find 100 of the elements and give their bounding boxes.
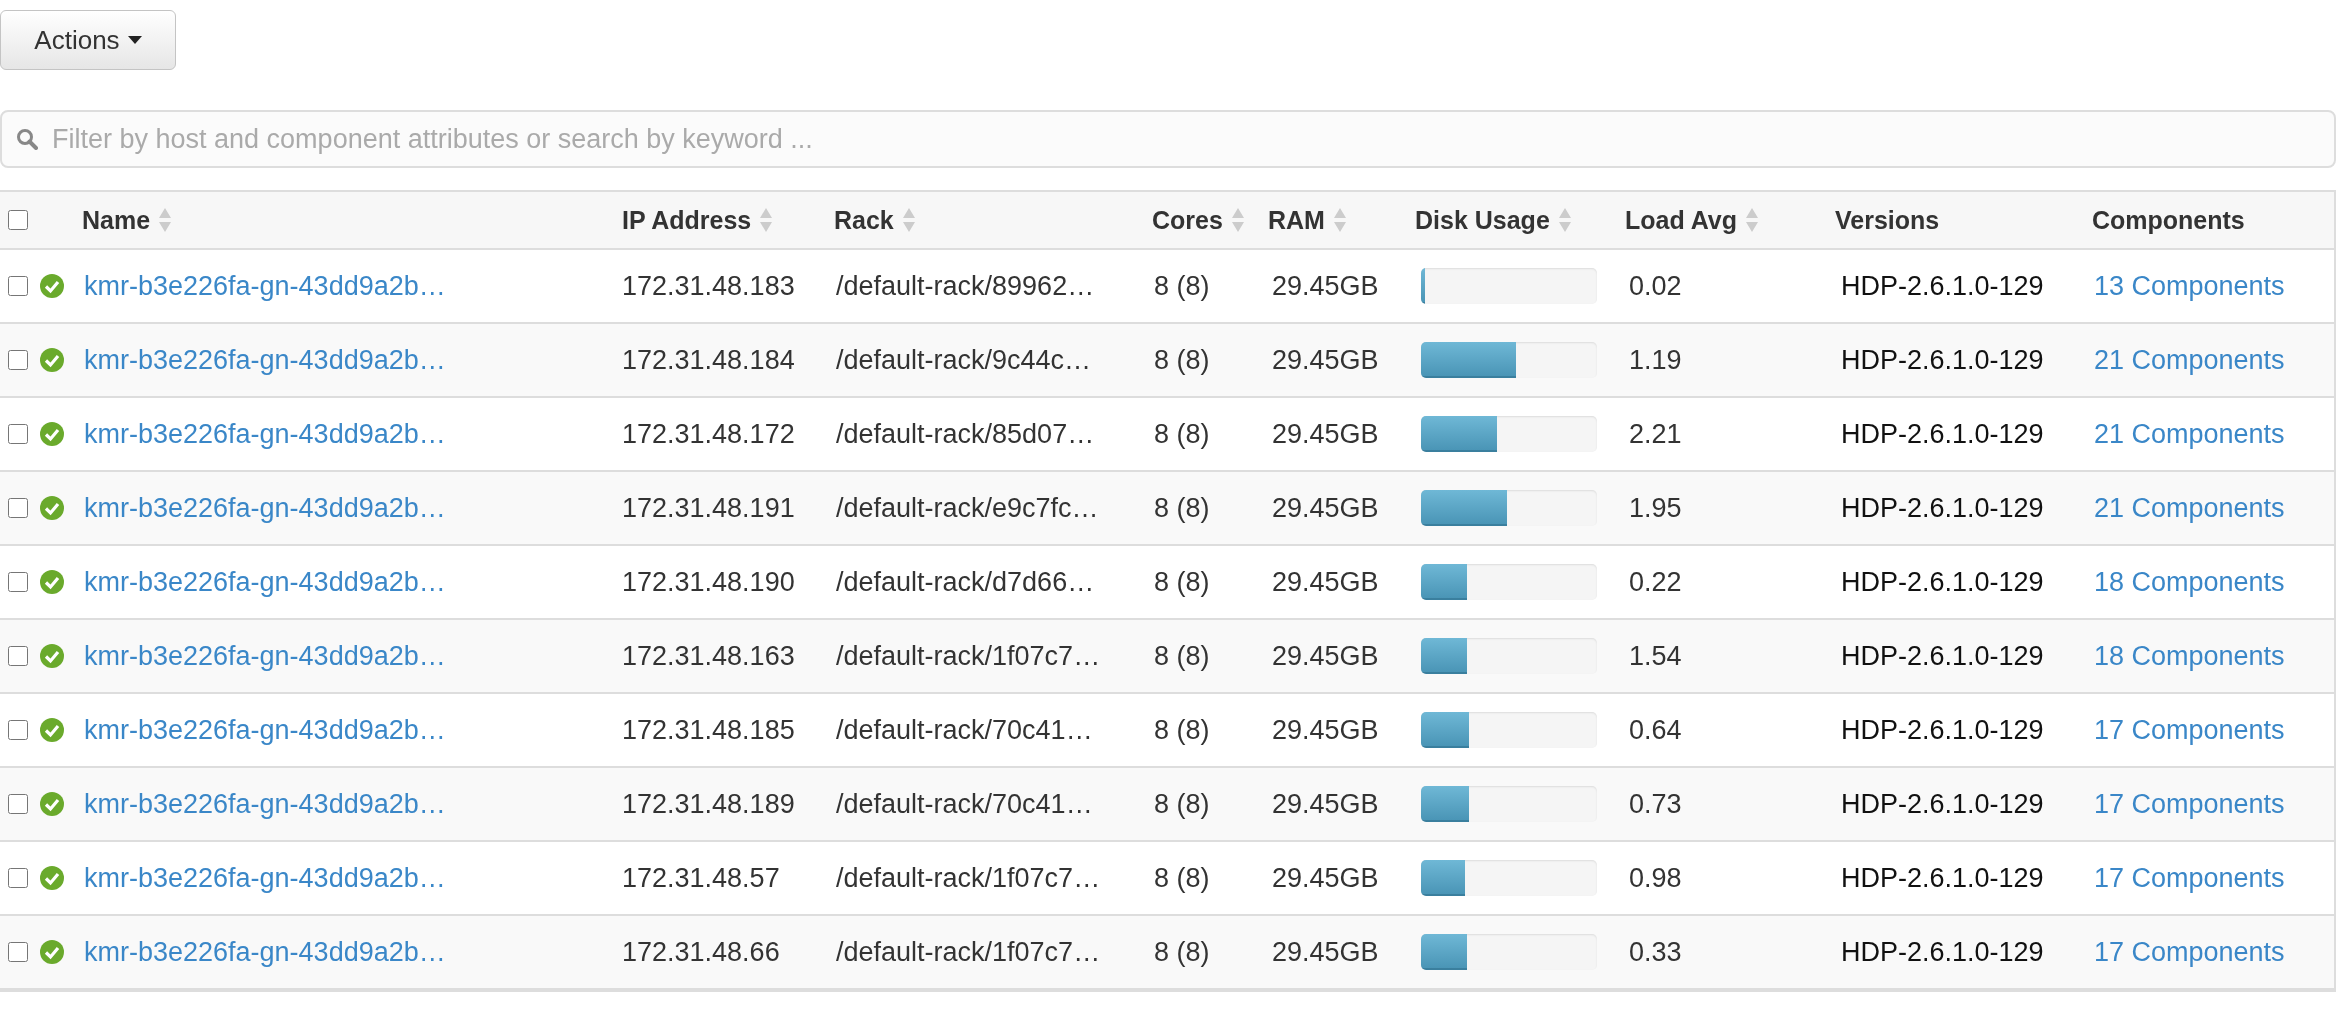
column-header[interactable]: Cores xyxy=(1152,205,1223,235)
components-link[interactable]: 17 Components xyxy=(2092,788,2285,820)
host-name-link[interactable]: kmr-b3e226fa-gn-43dd9a2b… xyxy=(82,714,446,746)
components-link[interactable]: 21 Components xyxy=(2092,492,2285,524)
ram: 29.45GB xyxy=(1271,936,1380,968)
ip-address: 172.31.48.66 xyxy=(622,936,781,968)
status-check-icon xyxy=(40,274,64,298)
version: HDP-2.6.1.0-129 xyxy=(1840,936,2045,968)
row-checkbox[interactable] xyxy=(8,868,28,888)
cores: 8 (8) xyxy=(1153,492,1211,524)
version: HDP-2.6.1.0-129 xyxy=(1840,714,2045,746)
actions-button[interactable]: Actions xyxy=(0,10,176,70)
components-link[interactable]: 13 Components xyxy=(2092,270,2285,302)
ip-address: 172.31.48.190 xyxy=(622,566,796,598)
cores: 8 (8) xyxy=(1153,936,1211,968)
status-check-icon xyxy=(40,644,64,668)
version: HDP-2.6.1.0-129 xyxy=(1840,862,2045,894)
rack: /default-rack/70c41… xyxy=(835,788,1094,820)
status-check-icon xyxy=(40,496,64,520)
row-checkbox[interactable] xyxy=(8,720,28,740)
load-average: 0.02 xyxy=(1628,270,1683,302)
row-checkbox[interactable] xyxy=(8,942,28,962)
host-name-link[interactable]: kmr-b3e226fa-gn-43dd9a2b… xyxy=(82,640,446,672)
ram: 29.45GB xyxy=(1271,714,1380,746)
cores: 8 (8) xyxy=(1153,640,1211,672)
ip-address: 172.31.48.163 xyxy=(622,640,796,672)
ip-address: 172.31.48.57 xyxy=(622,862,781,894)
host-name-link[interactable]: kmr-b3e226fa-gn-43dd9a2b… xyxy=(82,936,446,968)
row-checkbox[interactable] xyxy=(8,350,28,370)
rack: /default-rack/1f07c7… xyxy=(835,862,1102,894)
status-check-icon xyxy=(40,348,64,372)
status-check-icon xyxy=(40,940,64,964)
column-header[interactable]: IP Address xyxy=(622,205,752,235)
components-link[interactable]: 17 Components xyxy=(2092,936,2285,968)
host-name-link[interactable]: kmr-b3e226fa-gn-43dd9a2b… xyxy=(82,788,446,820)
load-average: 1.54 xyxy=(1628,640,1683,672)
row-checkbox[interactable] xyxy=(8,646,28,666)
load-average: 0.22 xyxy=(1628,566,1683,598)
row-checkbox[interactable] xyxy=(8,424,28,444)
status-check-icon xyxy=(40,866,64,890)
row-checkbox[interactable] xyxy=(8,276,28,296)
host-name-link[interactable]: kmr-b3e226fa-gn-43dd9a2b… xyxy=(82,492,446,524)
cores: 8 (8) xyxy=(1153,270,1211,302)
rack: /default-rack/9c44c… xyxy=(835,344,1093,376)
components-link[interactable]: 17 Components xyxy=(2092,862,2285,894)
components-link[interactable]: 18 Components xyxy=(2092,566,2285,598)
status-check-icon xyxy=(40,718,64,742)
version: HDP-2.6.1.0-129 xyxy=(1840,640,2045,672)
rack: /default-rack/89962… xyxy=(835,270,1096,302)
rack: /default-rack/1f07c7… xyxy=(835,936,1102,968)
components-link[interactable]: 18 Components xyxy=(2092,640,2285,672)
version: HDP-2.6.1.0-129 xyxy=(1840,270,2045,302)
version: HDP-2.6.1.0-129 xyxy=(1840,788,2045,820)
ip-address: 172.31.48.184 xyxy=(622,344,796,376)
ram: 29.45GB xyxy=(1271,418,1380,450)
host-name-link[interactable]: kmr-b3e226fa-gn-43dd9a2b… xyxy=(82,344,446,376)
version: HDP-2.6.1.0-129 xyxy=(1840,418,2045,450)
row-checkbox[interactable] xyxy=(8,794,28,814)
status-check-icon xyxy=(40,570,64,594)
components-link[interactable]: 21 Components xyxy=(2092,344,2285,376)
ip-address: 172.31.48.183 xyxy=(622,270,796,302)
load-average: 2.21 xyxy=(1628,418,1683,450)
rack: /default-rack/70c41… xyxy=(835,714,1094,746)
cores: 8 (8) xyxy=(1153,344,1211,376)
load-average: 1.95 xyxy=(1628,492,1683,524)
host-name-link[interactable]: kmr-b3e226fa-gn-43dd9a2b… xyxy=(82,566,446,598)
row-checkbox[interactable] xyxy=(8,498,28,518)
host-name-link[interactable]: kmr-b3e226fa-gn-43dd9a2b… xyxy=(82,862,446,894)
components-link[interactable]: 17 Components xyxy=(2092,714,2285,746)
search-field[interactable]: Filter by host and component attributes or search by keyword ... xyxy=(0,110,2336,168)
column-header[interactable]: RAM xyxy=(1268,205,1325,235)
column-header[interactable]: Rack xyxy=(834,205,894,235)
version: HDP-2.6.1.0-129 xyxy=(1840,566,2045,598)
ram: 29.45GB xyxy=(1271,788,1380,820)
column-header[interactable]: Name xyxy=(82,205,151,235)
row-checkbox[interactable] xyxy=(8,572,28,592)
cores: 8 (8) xyxy=(1153,418,1211,450)
rack: /default-rack/85d07… xyxy=(835,418,1096,450)
ram: 29.45GB xyxy=(1271,270,1380,302)
column-header[interactable]: Load Avg xyxy=(1625,205,1738,235)
components-link[interactable]: 21 Components xyxy=(2092,418,2285,450)
load-average: 0.33 xyxy=(1628,936,1683,968)
ip-address: 172.31.48.185 xyxy=(622,714,796,746)
ram: 29.45GB xyxy=(1271,492,1380,524)
ram: 29.45GB xyxy=(1271,862,1380,894)
select-all-checkbox[interactable] xyxy=(8,210,28,230)
cores: 8 (8) xyxy=(1153,566,1211,598)
load-average: 1.19 xyxy=(1628,344,1683,376)
load-average: 0.64 xyxy=(1628,714,1683,746)
load-average: 0.98 xyxy=(1628,862,1683,894)
host-name-link[interactable]: kmr-b3e226fa-gn-43dd9a2b… xyxy=(82,270,446,302)
ram: 29.45GB xyxy=(1271,566,1380,598)
host-name-link[interactable]: kmr-b3e226fa-gn-43dd9a2b… xyxy=(82,418,446,450)
load-average: 0.73 xyxy=(1628,788,1683,820)
column-header[interactable]: Disk Usage xyxy=(1415,205,1550,235)
ip-address: 172.31.48.172 xyxy=(622,418,796,450)
ram: 29.45GB xyxy=(1271,640,1380,672)
version: HDP-2.6.1.0-129 xyxy=(1840,492,2045,524)
rack: /default-rack/1f07c7… xyxy=(835,640,1102,672)
ip-address: 172.31.48.191 xyxy=(622,492,796,524)
